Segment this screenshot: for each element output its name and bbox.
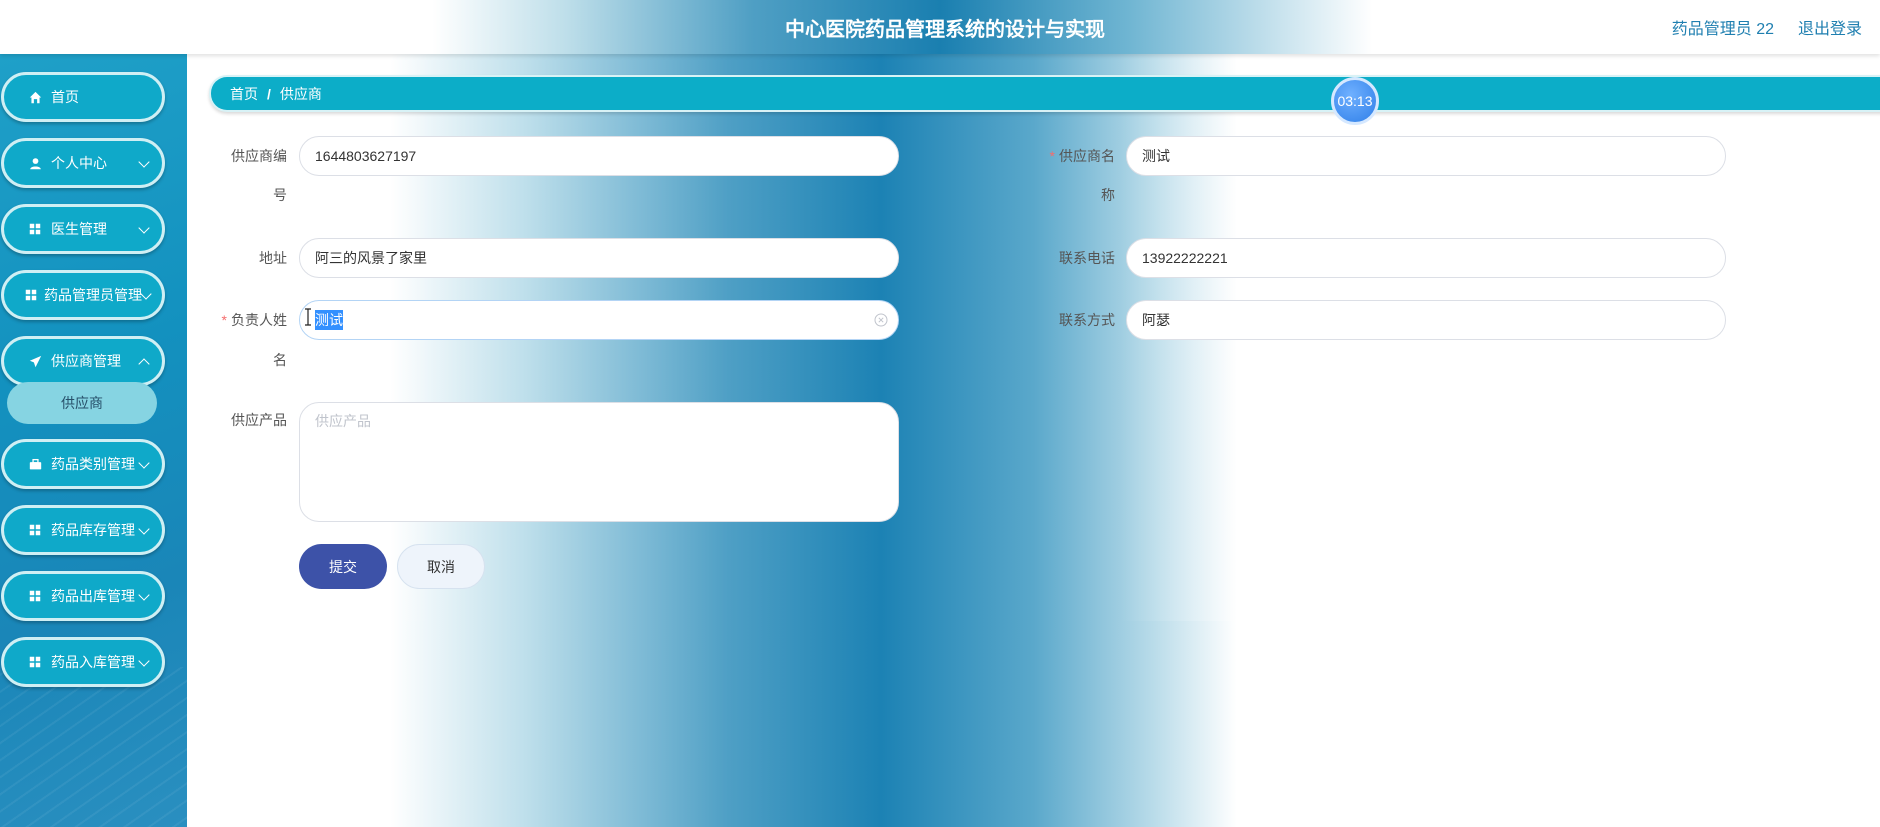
top-header: 中心医院药品管理系统的设计与实现 药品管理员 22 退出登录	[0, 0, 1880, 54]
manager-name-label: * 负责人姓	[217, 300, 287, 340]
briefcase-icon	[28, 457, 42, 471]
label-text: 名	[273, 352, 287, 368]
label-text: 负责人姓	[231, 312, 287, 328]
logout-link[interactable]: 退出登录	[1798, 15, 1862, 39]
address-field[interactable]: 阿三的风景了家里	[299, 238, 899, 278]
send-icon	[28, 354, 42, 368]
clear-icon[interactable]	[874, 313, 888, 327]
sidebar-item-drug-outbound-management[interactable]: 药品出库管理	[1, 571, 165, 621]
address-label: 地址	[217, 238, 287, 278]
sidebar-item-supplier-management[interactable]: 供应商管理	[1, 336, 165, 386]
sidebar-item-home[interactable]: 首页	[1, 72, 165, 122]
field-value-selected: 测试	[315, 310, 343, 330]
user-icon	[28, 156, 42, 170]
grid-icon	[24, 288, 38, 302]
breadcrumb: 首页 / 供应商	[209, 75, 1880, 112]
sidebar-item-label: 首页	[51, 89, 79, 105]
label-text: 联系电话	[1059, 250, 1115, 266]
grid-icon	[28, 523, 42, 537]
sidebar-item-personal-center[interactable]: 个人中心	[1, 138, 165, 188]
phone-label: 联系电话	[1045, 238, 1115, 278]
label-text: 号	[273, 187, 287, 203]
current-user-label: 药品管理员 22	[1671, 21, 1774, 38]
grid-icon	[28, 589, 42, 603]
manager-name-label-cont: 名	[217, 340, 287, 380]
label-text: 供应产品	[231, 412, 287, 428]
textarea-placeholder: 供应产品	[315, 413, 371, 429]
supplier-name-label: * 供应商名	[1045, 136, 1115, 176]
breadcrumb-separator: /	[267, 85, 271, 102]
sidebar-item-doctor-management[interactable]: 医生管理	[1, 204, 165, 254]
label-text: 称	[1101, 187, 1115, 203]
manager-name-field[interactable]: 测试	[299, 300, 899, 340]
field-value: 阿瑟	[1142, 312, 1170, 328]
cancel-button[interactable]: 取消	[397, 544, 485, 589]
field-value: 测试	[1142, 148, 1170, 164]
field-value: 13922222221	[1142, 250, 1228, 266]
app-title: 中心医院药品管理系统的设计与实现	[785, 19, 1105, 41]
label-text: 地址	[259, 250, 287, 266]
sidebar-subitem-supplier[interactable]: 供应商	[7, 382, 157, 424]
sidebar-item-drug-admin-management[interactable]: 药品管理员管理	[1, 270, 165, 320]
required-mark: *	[221, 312, 227, 328]
sidebar-item-drug-inbound-management[interactable]: 药品入库管理	[1, 637, 165, 687]
supplier-no-field[interactable]: 1644803627197	[299, 136, 899, 176]
contact-field[interactable]: 阿瑟	[1126, 300, 1726, 340]
sidebar-item-drug-inventory-management[interactable]: 药品库存管理	[1, 505, 165, 555]
home-icon	[28, 90, 42, 104]
field-value: 1644803627197	[315, 148, 417, 164]
supplier-name-label-cont: 称	[1045, 175, 1115, 215]
required-mark: *	[1049, 148, 1055, 164]
products-label: 供应产品	[217, 400, 287, 440]
sidebar-item-drug-category-management[interactable]: 药品类别管理	[1, 439, 165, 489]
field-value: 阿三的风景了家里	[315, 250, 427, 266]
submit-button[interactable]: 提交	[299, 544, 387, 589]
products-textarea[interactable]: 供应产品	[299, 402, 899, 522]
supplier-no-label-cont: 号	[217, 175, 287, 215]
supplier-no-label: 供应商编	[217, 136, 287, 176]
label-text: 供应商名	[1059, 148, 1115, 164]
contact-label: 联系方式	[1045, 300, 1115, 340]
breadcrumb-home-link[interactable]: 首页	[230, 84, 258, 104]
grid-icon	[28, 655, 42, 669]
label-text: 供应商编	[231, 148, 287, 164]
label-text: 联系方式	[1059, 312, 1115, 328]
phone-field[interactable]: 13922222221	[1126, 238, 1726, 278]
text-cursor-icon	[304, 308, 312, 326]
grid-icon	[28, 222, 42, 236]
breadcrumb-current: 供应商	[279, 85, 322, 102]
supplier-name-field[interactable]: 测试	[1126, 136, 1726, 176]
timer-badge: 03:13	[1331, 77, 1379, 125]
